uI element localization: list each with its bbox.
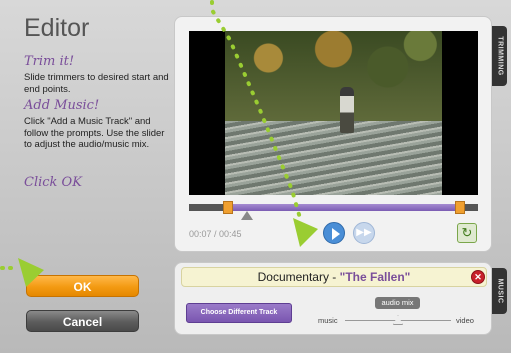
choose-different-track-button[interactable]: Choose Different Track (186, 303, 292, 323)
track-title: "The Fallen" (339, 270, 411, 284)
tab-music[interactable]: MUSIC (492, 268, 507, 314)
tab-trimming-label: TRIMMING (496, 36, 503, 76)
close-icon[interactable]: ✕ (471, 270, 485, 284)
trim-selection (227, 204, 459, 211)
audio-mix-label: audio mix (375, 297, 420, 309)
left-panel: Editor Trim it! Slide trimmers to desire… (0, 0, 170, 353)
trim-timeline[interactable] (189, 201, 478, 220)
ok-button[interactable]: OK (26, 275, 139, 297)
music-panel: Documentary - "The Fallen" ✕ Choose Diff… (174, 262, 492, 335)
scene-trees (225, 31, 442, 122)
video-frame (225, 31, 442, 195)
step-heading: Add Music! (24, 98, 100, 113)
step-click-ok: Click OK (24, 175, 169, 193)
end-trimmer-handle[interactable] (455, 201, 465, 214)
fast-forward-icon[interactable]: ▶▶ (353, 222, 375, 244)
current-track: Documentary - "The Fallen" (181, 267, 487, 287)
tab-trimming[interactable]: TRIMMING (492, 26, 507, 86)
video-panel: 00:07 / 00:45 ▶▶ ↻ (174, 16, 492, 252)
play-icon[interactable] (323, 222, 345, 244)
mix-music-label: music (318, 316, 338, 325)
step-text: Slide trimmers to desired start and end … (24, 72, 169, 95)
step-text: Click "Add a Music Track" and follow the… (24, 116, 165, 150)
video-player[interactable] (189, 31, 478, 195)
step-add-music: Add Music! Click "Add a Music Track" and… (24, 98, 169, 151)
step-heading: Click OK (24, 175, 82, 190)
mix-video-label: video (456, 316, 474, 325)
refresh-icon[interactable]: ↻ (457, 223, 477, 243)
start-trimmer-handle[interactable] (223, 201, 233, 214)
step-heading: Trim it! (24, 54, 75, 69)
time-display: 00:07 / 00:45 (189, 229, 242, 239)
tab-music-label: MUSIC (496, 278, 503, 304)
step-trim: Trim it! Slide trimmers to desired start… (24, 54, 169, 95)
scene-fisherman (340, 87, 354, 133)
cancel-button[interactable]: Cancel (26, 310, 139, 332)
track-genre: Documentary - (257, 270, 340, 284)
scene-river (225, 121, 442, 195)
page-title: Editor (24, 14, 90, 42)
playhead-marker[interactable] (241, 211, 253, 220)
